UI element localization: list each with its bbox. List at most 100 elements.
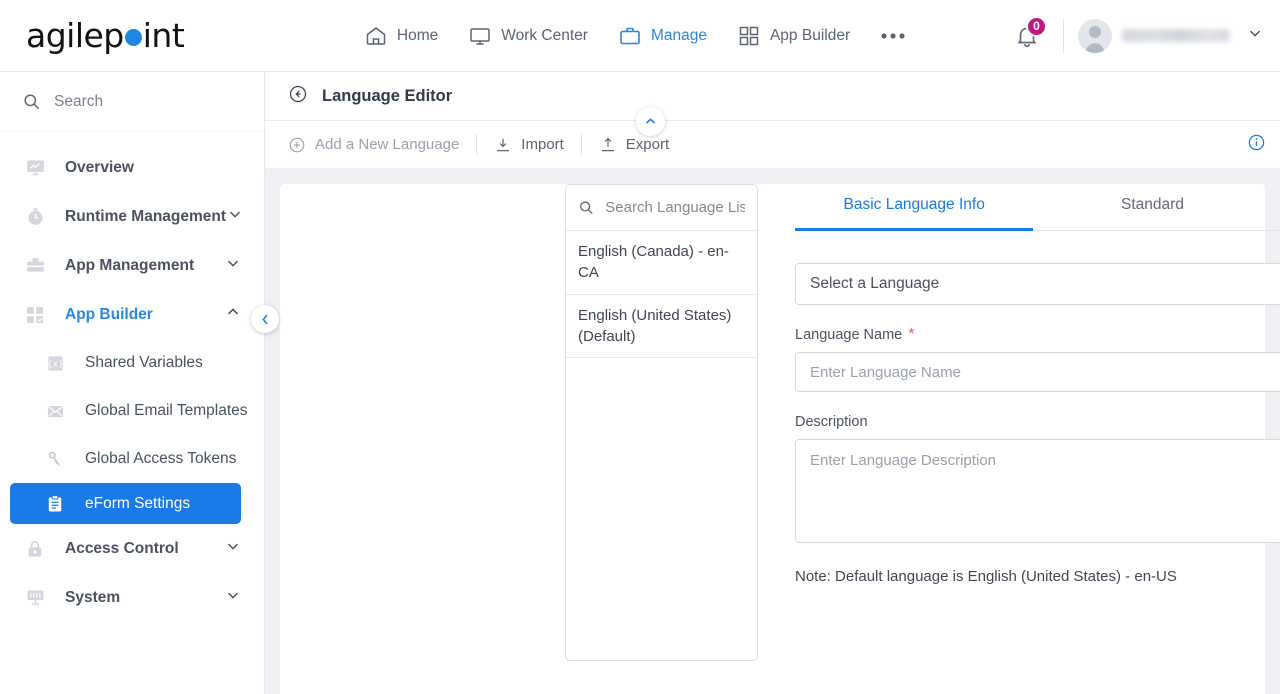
grid-icon	[739, 26, 759, 45]
language-list-panel: Search Language List English (Canada) - …	[565, 184, 758, 661]
sidebar-item-app-builder-label: App Builder	[65, 305, 153, 323]
nav-item-manage-label: Manage	[650, 26, 707, 44]
chevron-down-icon[interactable]	[224, 537, 242, 560]
description-label-row: Description	[795, 414, 1280, 430]
logo-dot-icon	[124, 28, 142, 46]
nav-item-manage[interactable]: Manage	[618, 24, 707, 48]
sidebar-item-overview-label: Overview	[65, 158, 134, 176]
select-language-value: Select a Language	[810, 275, 940, 292]
sidebar-menu: Overview Runtime Management App Manageme…	[0, 132, 264, 622]
sidebar-item-system-label: System	[65, 588, 121, 606]
app-root: agilep int Home Work Center Manage App B…	[0, 0, 1280, 694]
select-language-dropdown[interactable]: Select a Language	[795, 263, 1280, 305]
briefcase-icon	[22, 255, 48, 276]
top-navigation-bar: agilep int Home Work Center Manage App B…	[0, 0, 1280, 72]
plus-circle-icon	[289, 137, 305, 152]
import-label: Import	[521, 136, 564, 153]
content-body: Search Language List English (Canada) - …	[265, 169, 1280, 694]
sidebar-item-global-email-templates[interactable]: Global Email Templates	[0, 387, 264, 435]
nav-item-more[interactable]	[880, 32, 906, 40]
user-name-label	[1122, 29, 1230, 42]
nav-item-app-builder-label: App Builder	[769, 26, 851, 44]
sidebar: Search Overview Runtime Management App M…	[0, 72, 265, 694]
clipboard-icon	[42, 494, 68, 514]
chevron-down-icon	[1250, 30, 1260, 37]
language-name-label: Language Name	[795, 327, 903, 343]
search-icon	[24, 94, 40, 110]
sidebar-item-overview[interactable]: Overview	[0, 143, 264, 192]
logo-text-part1: agilep	[26, 16, 124, 55]
sidebar-item-eform-settings-label: eForm Settings	[85, 494, 191, 512]
form-tabs: Basic Language Info Standard Custom	[795, 184, 1280, 231]
list-item[interactable]: English (Canada) - en-CA	[566, 231, 757, 295]
add-new-language-button[interactable]: Add a New Language	[288, 136, 459, 154]
sidebar-item-global-email-templates-label: Global Email Templates	[85, 402, 248, 419]
avatar[interactable]	[1078, 18, 1112, 53]
tab-custom[interactable]: Custom	[1272, 184, 1280, 230]
lock-icon	[22, 539, 48, 559]
logo-text-part2: int	[142, 16, 185, 55]
sidebar-item-shared-variables[interactable]: {x} Shared Variables	[0, 339, 264, 387]
sidebar-item-app-management[interactable]: App Management	[0, 241, 264, 290]
nav-item-work-center-label: Work Center	[501, 26, 588, 44]
top-right-actions: 0	[1005, 0, 1280, 71]
description-placeholder: Enter Language Description	[810, 452, 996, 469]
list-item[interactable]: English (United States) (Default)	[566, 295, 757, 359]
briefcase-icon	[620, 27, 640, 44]
system-icon	[22, 587, 48, 608]
language-name-input[interactable]: Enter Language Name	[795, 352, 1280, 392]
sidebar-item-shared-variables-label: Shared Variables	[85, 354, 203, 371]
svg-text:{x}: {x}	[47, 360, 63, 370]
sidebar-item-access-control[interactable]: Access Control	[0, 524, 264, 573]
chevron-down-icon[interactable]	[226, 205, 244, 228]
default-language-note: Note: Default language is English (Unite…	[795, 568, 1177, 585]
logo-text: agilep int	[26, 16, 185, 55]
sidebar-item-app-management-label: App Management	[65, 256, 195, 274]
page-header: Language Editor	[265, 72, 1280, 121]
content-card: Search Language List English (Canada) - …	[280, 184, 1280, 694]
required-marker: *	[908, 326, 915, 343]
ellipsis-icon	[881, 32, 905, 39]
sidebar-item-app-builder[interactable]: App Builder	[0, 290, 264, 339]
upload-icon	[601, 137, 614, 151]
agilepoint-logo[interactable]: agilep int	[0, 0, 265, 71]
import-button[interactable]: Import	[494, 136, 564, 154]
sidebar-search[interactable]: Search	[0, 72, 264, 132]
back-arrow-circle-icon[interactable]	[288, 84, 308, 109]
language-name-label-row: Language Name *	[795, 326, 1280, 344]
export-button[interactable]: Export	[599, 136, 669, 154]
info-circle-icon[interactable]	[1247, 133, 1266, 157]
keys-icon	[42, 450, 68, 469]
nav-item-app-builder[interactable]: App Builder	[737, 24, 850, 48]
nav-item-home[interactable]: Home	[364, 24, 438, 48]
tab-standard[interactable]: Standard	[1033, 184, 1271, 230]
divider	[1063, 18, 1064, 53]
primary-nav: Home Work Center Manage App Builder	[265, 24, 1005, 48]
chevron-up-icon	[645, 118, 656, 124]
notifications-button[interactable]: 0	[1005, 14, 1049, 58]
tab-basic-language-info[interactable]: Basic Language Info	[795, 184, 1034, 231]
description-textarea[interactable]: Enter Language Description	[795, 439, 1280, 543]
language-search-placeholder: Search Language List	[605, 199, 745, 216]
monitor-icon	[470, 27, 490, 45]
language-name-placeholder: Enter Language Name	[810, 363, 961, 381]
language-form: Basic Language Info Standard Custom Sele…	[795, 184, 1280, 585]
nav-item-work-center[interactable]: Work Center	[468, 24, 588, 48]
header-collapse-button[interactable]	[636, 107, 665, 136]
grid-check-icon	[22, 305, 48, 325]
user-menu-button[interactable]	[1246, 24, 1264, 47]
sidebar-item-eform-settings[interactable]: eForm Settings	[10, 483, 241, 524]
sidebar-search-placeholder: Search	[54, 92, 104, 110]
chevron-down-icon[interactable]	[224, 254, 242, 277]
language-search-field[interactable]: Search Language List	[566, 185, 757, 231]
chevron-down-icon[interactable]	[224, 586, 242, 609]
notification-count-badge: 0	[1026, 15, 1047, 37]
sidebar-collapse-button[interactable]	[251, 305, 279, 333]
chevron-up-icon[interactable]	[224, 303, 242, 326]
sidebar-item-global-access-tokens[interactable]: Global Access Tokens	[0, 435, 264, 483]
sidebar-item-access-control-label: Access Control	[65, 539, 179, 557]
search-icon	[580, 201, 593, 215]
home-icon	[366, 26, 386, 45]
sidebar-item-system[interactable]: System	[0, 573, 264, 622]
sidebar-item-runtime-management[interactable]: Runtime Management	[0, 192, 264, 241]
